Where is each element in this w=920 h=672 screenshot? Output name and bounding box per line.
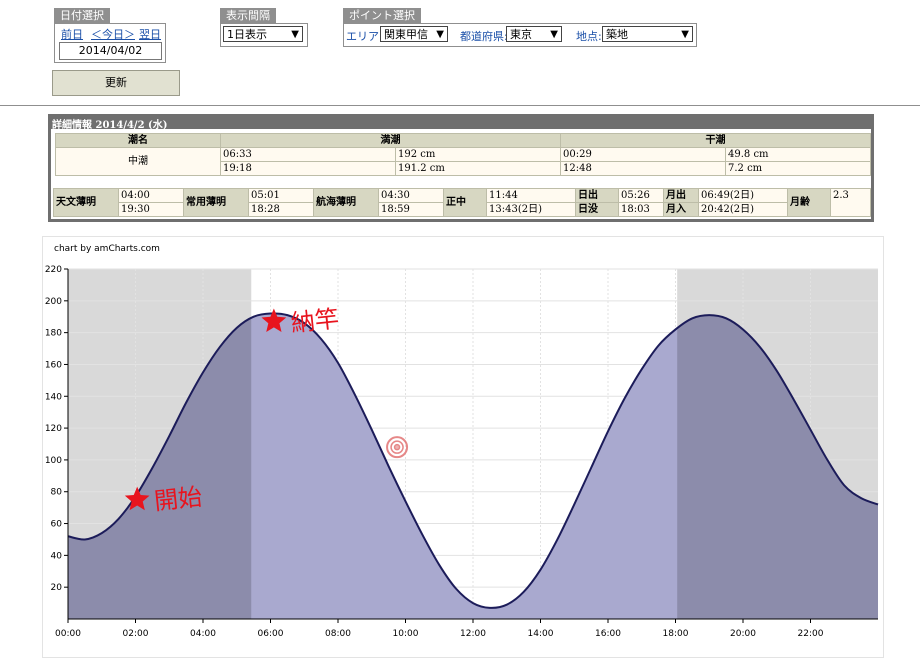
- x-tick-label: 00:00: [55, 629, 81, 639]
- y-tick-label: 200: [45, 297, 62, 307]
- x-tick-label: 12:00: [460, 629, 486, 639]
- y-tick-label: 40: [51, 551, 63, 561]
- cursor-ripple-icon: [393, 443, 401, 451]
- y-tick-label: 20: [51, 583, 63, 593]
- y-tick-label: 220: [45, 265, 62, 275]
- y-tick-label: 180: [45, 329, 62, 339]
- marker-label: 納竿: [290, 305, 341, 338]
- x-tick-label: 22:00: [798, 629, 824, 639]
- y-tick-label: 60: [51, 520, 63, 530]
- x-tick-label: 14:00: [528, 629, 554, 639]
- x-tick-label: 20:00: [730, 629, 756, 639]
- y-tick-label: 100: [45, 456, 62, 466]
- tide-chart: 20 40 60 80 100 120 140 160 180 200 220 00:00 02:00 0…: [45, 265, 879, 639]
- marker-label: 開始: [153, 483, 204, 516]
- x-tick-label: 18:00: [663, 629, 689, 639]
- y-tick-label: 140: [45, 392, 62, 402]
- x-tick-label: 16:00: [595, 629, 621, 639]
- y-tick-label: 120: [45, 424, 62, 434]
- x-tick-label: 08:00: [325, 629, 351, 639]
- x-tick-label: 04:00: [190, 629, 216, 639]
- x-tick-label: 02:00: [123, 629, 149, 639]
- x-tick-label: 06:00: [258, 629, 284, 639]
- y-tick-label: 160: [45, 360, 62, 370]
- x-tick-label: 10:00: [393, 629, 419, 639]
- y-tick-label: 80: [51, 488, 63, 498]
